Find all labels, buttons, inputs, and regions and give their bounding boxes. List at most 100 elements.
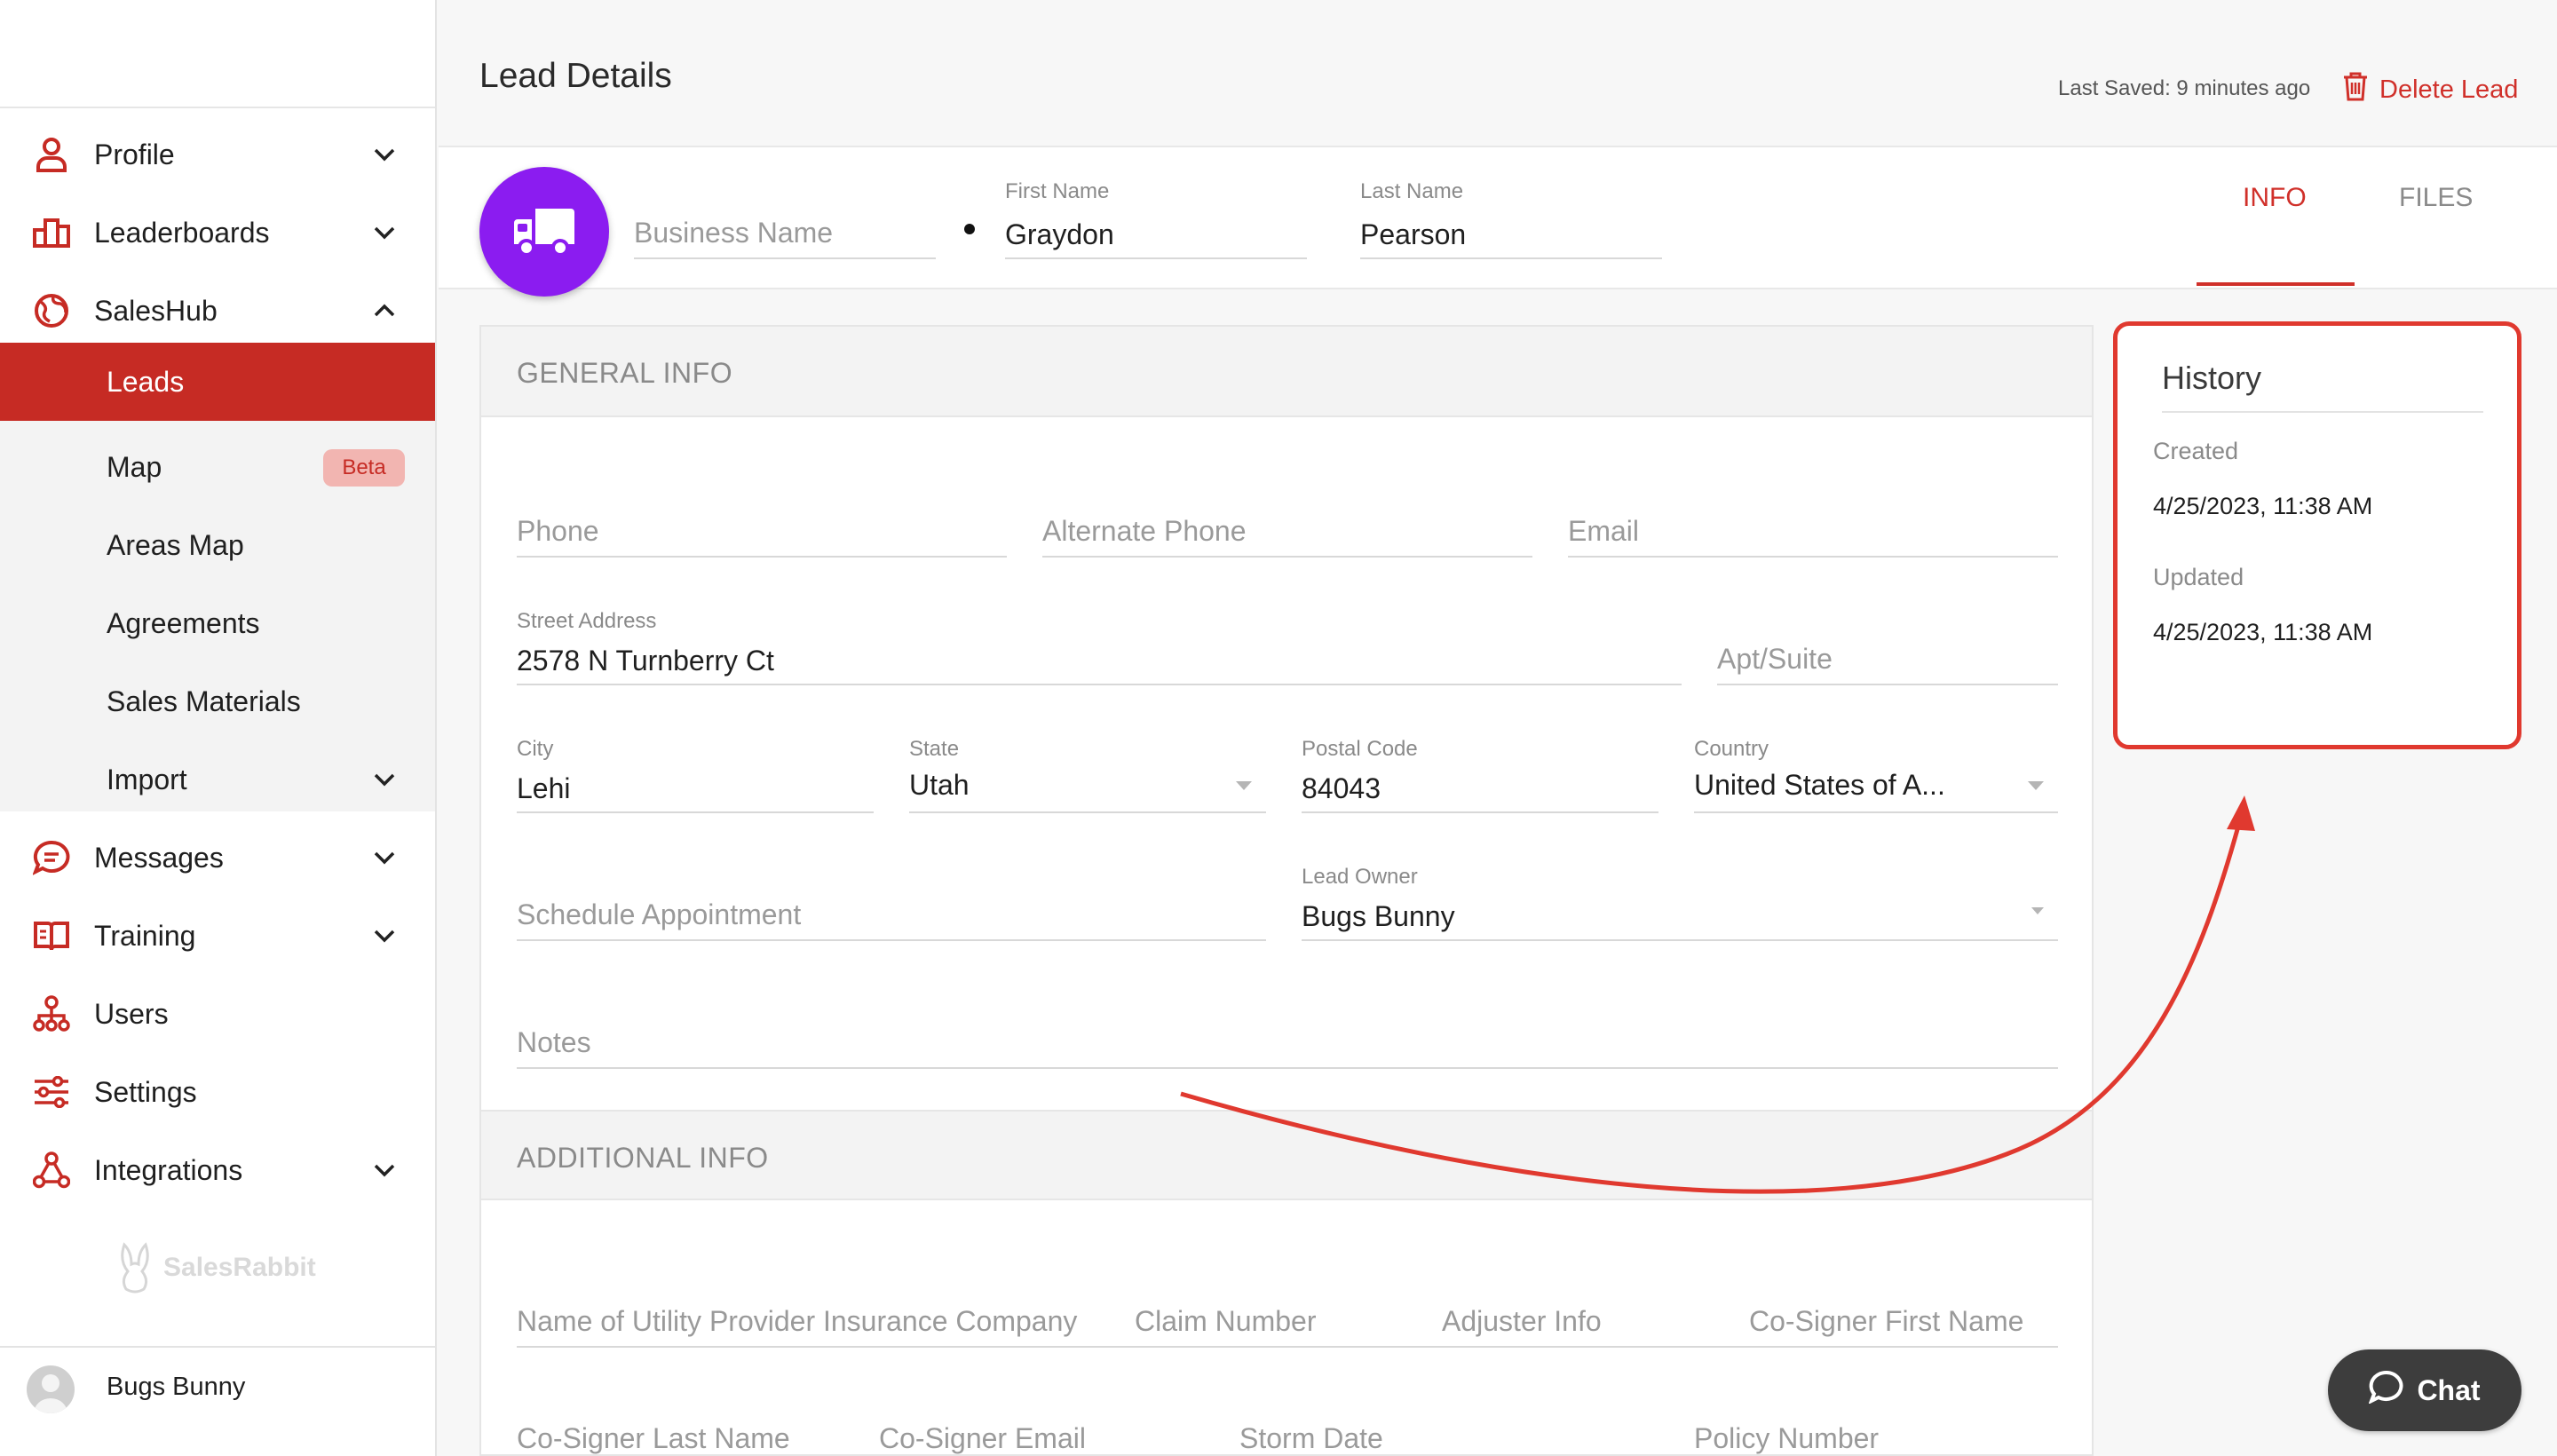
last-name-label: Last Name: [1360, 179, 1464, 203]
city-field[interactable]: City Lehi: [517, 730, 874, 813]
sidebar-item-users[interactable]: Users: [0, 975, 435, 1053]
first-name-field[interactable]: First Name Graydon: [1005, 178, 1307, 259]
cosigner-last-name-field[interactable]: Co-Signer Last Name: [517, 1422, 872, 1456]
sidebar: Profile Leaderboards SalesHub Leads Map …: [0, 0, 437, 1456]
lead-owner-select[interactable]: Lead Owner Bugs Bunny: [1302, 858, 2058, 941]
country-value: United States of A...: [1694, 769, 1945, 801]
sidebar-item-label: Messages: [94, 841, 224, 874]
chevron-down-icon[interactable]: [369, 1155, 400, 1185]
email-field[interactable]: Email: [1568, 504, 2058, 558]
chevron-down-icon[interactable]: [369, 139, 400, 170]
claim-number-field[interactable]: Claim Number: [1135, 1294, 1428, 1348]
utility-provider-placeholder: Name of Utility Provider Insurance Compa…: [517, 1305, 1078, 1337]
history-divider: [2162, 411, 2483, 413]
field-underline: [1568, 556, 2058, 558]
brand-logo: SalesRabbit: [115, 1241, 316, 1294]
state-select[interactable]: State Utah: [909, 730, 1266, 813]
field-underline: [1302, 811, 1658, 813]
street-address-value: 2578 N Turnberry Ct: [517, 645, 774, 677]
field-underline: [517, 811, 874, 813]
apt-suite-field[interactable]: Apt/Suite: [1717, 632, 2058, 685]
sidebar-item-saleshub[interactable]: SalesHub: [0, 272, 435, 350]
last-name-field[interactable]: Last Name Pearson: [1360, 178, 1662, 259]
chevron-down-icon[interactable]: [369, 843, 400, 873]
alternate-phone-placeholder: Alternate Phone: [1042, 515, 1247, 547]
field-underline: [517, 1067, 2058, 1069]
field-underline: [517, 556, 1007, 558]
sidebar-item-label: Training: [94, 919, 196, 952]
first-name-label: First Name: [1005, 179, 1110, 203]
avatar[interactable]: [27, 1365, 75, 1413]
dropdown-arrow-icon[interactable]: [2028, 781, 2044, 790]
notes-field[interactable]: Notes: [517, 1016, 2058, 1069]
sidebar-subitem-areas-map[interactable]: Areas Map: [0, 506, 435, 584]
sidebar-subitem-agreements[interactable]: Agreements: [0, 584, 435, 662]
sidebar-user[interactable]: Bugs Bunny: [0, 1346, 435, 1456]
field-underline: [1694, 811, 2058, 813]
chevron-up-icon[interactable]: [369, 296, 400, 326]
chat-button[interactable]: Chat: [2328, 1349, 2521, 1431]
delete-lead-button[interactable]: Delete Lead: [2342, 71, 2518, 108]
chevron-down-icon[interactable]: [369, 921, 400, 951]
field-underline: [634, 257, 936, 259]
sidebar-item-settings[interactable]: Settings: [0, 1053, 435, 1131]
cosigner-first-name-field[interactable]: Co-Signer First Name: [1749, 1294, 2058, 1348]
chat-bubble-icon: [2368, 1370, 2404, 1411]
tab-files[interactable]: FILES: [2399, 183, 2473, 213]
field-underline: [517, 939, 1266, 941]
country-select[interactable]: Country United States of A...: [1694, 730, 2058, 813]
sidebar-subitem-import[interactable]: Import: [0, 740, 435, 819]
business-name-placeholder: Business Name: [634, 217, 834, 249]
utility-provider-field[interactable]: Name of Utility Provider Insurance Compa…: [517, 1294, 1120, 1348]
alternate-phone-field[interactable]: Alternate Phone: [1042, 504, 1532, 558]
general-info-title: GENERAL INFO: [517, 357, 733, 389]
postal-code-field[interactable]: Postal Code 84043: [1302, 730, 1658, 813]
sidebar-subitem-sales-materials[interactable]: Sales Materials: [0, 662, 435, 740]
sidebar-item-label: Sales Materials: [107, 684, 301, 717]
storm-date-field[interactable]: Storm Date: [1239, 1422, 1595, 1456]
lead-avatar[interactable]: [479, 167, 609, 297]
dropdown-arrow-icon[interactable]: [1236, 781, 1252, 790]
street-address-field[interactable]: Street Address 2578 N Turnberry Ct: [517, 602, 1682, 685]
business-name-field[interactable]: Business Name: [634, 206, 936, 259]
field-underline: [1360, 257, 1662, 259]
phone-field[interactable]: Phone: [517, 504, 1007, 558]
chevron-down-icon[interactable]: [369, 218, 400, 248]
schedule-appointment-field[interactable]: Schedule Appointment: [517, 888, 1266, 941]
cosigner-email-field[interactable]: Co-Signer Email: [879, 1422, 1234, 1456]
sidebar-user-name: Bugs Bunny: [107, 1373, 246, 1401]
sidebar-header: [0, 0, 435, 108]
lead-form-card: GENERAL INFO Phone Alternate Phone Email…: [479, 325, 2094, 1456]
dropdown-arrow-icon[interactable]: [2031, 907, 2044, 914]
chevron-down-icon[interactable]: [369, 764, 400, 795]
history-created-label: Created: [2153, 438, 2239, 464]
postal-code-label: Postal Code: [1302, 737, 1418, 761]
last-saved: Last Saved: 9 minutes ago: [2058, 76, 2310, 101]
sidebar-subitem-map[interactable]: Map Beta: [0, 428, 435, 506]
sidebar-item-label: Integrations: [94, 1153, 243, 1186]
cosigner-email-placeholder: Co-Signer Email: [879, 1422, 1086, 1454]
sidebar-item-integrations[interactable]: Integrations: [0, 1131, 435, 1209]
policy-number-placeholder: Policy Number: [1694, 1422, 1880, 1454]
sidebar-item-leaderboards[interactable]: Leaderboards: [0, 194, 435, 272]
street-address-label: Street Address: [517, 609, 657, 633]
tab-info[interactable]: INFO: [2243, 183, 2307, 213]
sidebar-item-training[interactable]: Training: [0, 897, 435, 975]
adjuster-info-placeholder: Adjuster Info: [1442, 1305, 1602, 1337]
last-saved-label: Last Saved:: [2058, 76, 2171, 100]
sidebar-item-label: Agreements: [107, 606, 260, 639]
sidebar-item-label: Map: [107, 450, 162, 483]
brand-name: SalesRabbit: [163, 1253, 316, 1282]
postal-code-value: 84043: [1302, 772, 1381, 804]
sidebar-item-messages[interactable]: Messages: [0, 819, 435, 897]
lead-owner-label: Lead Owner: [1302, 865, 1418, 889]
book-icon: [32, 916, 71, 955]
field-underline: [1005, 257, 1307, 259]
adjuster-info-field[interactable]: Adjuster Info: [1442, 1294, 1735, 1348]
sidebar-subitem-leads[interactable]: Leads: [0, 343, 435, 421]
rabbit-logo-icon: [121, 1242, 149, 1294]
last-saved-value: 9 minutes ago: [2176, 76, 2311, 100]
policy-number-field[interactable]: Policy Number: [1694, 1422, 2049, 1456]
sidebar-item-profile[interactable]: Profile: [0, 115, 435, 194]
additional-info-title: ADDITIONAL INFO: [517, 1142, 769, 1174]
